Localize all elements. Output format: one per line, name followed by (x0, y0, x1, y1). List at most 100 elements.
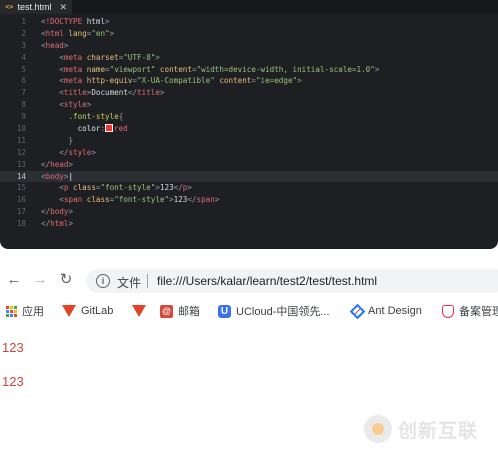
code-line[interactable]: 11 } (0, 135, 498, 147)
code-line[interactable]: 6 <meta http-equiv="X-UA-Compatible" con… (0, 75, 498, 87)
code-token: .font-style (68, 112, 119, 122)
code-line[interactable]: 12 </style> (0, 147, 498, 159)
bookmark-mail[interactable]: @ 邮箱 (160, 303, 200, 319)
back-arrow-icon[interactable]: ← (6, 272, 22, 288)
code-token: } (68, 135, 74, 145)
code-line[interactable]: 9 .font-style{ (0, 111, 498, 123)
code-token: </ (41, 159, 51, 169)
code-text: <meta name="viewport" content="width=dev… (41, 64, 379, 76)
apps-grid-icon (6, 305, 17, 317)
code-token: "X-UA-Compatible" (137, 76, 215, 86)
bookmark-label: UCloud-中国领先... (236, 306, 330, 318)
tab-test-html[interactable]: <> test.html ✕ (0, 0, 72, 14)
code-line[interactable]: 4 <meta charset="UTF-8"> (0, 52, 498, 64)
url-text[interactable]: file:///Users/kalar/learn/test2/test/tes… (157, 274, 377, 288)
bookmark-label: 应用 (22, 306, 44, 318)
code-token: > (68, 159, 74, 169)
code-token: !DOCTYPE (45, 17, 83, 26)
code-token: color (77, 124, 101, 134)
code-text: <style> (41, 99, 91, 111)
code-text: <html lang="en"> (41, 28, 114, 40)
code-token: 123 (173, 195, 188, 205)
line-number: 9 (21, 112, 26, 122)
code-token: lang (68, 28, 87, 38)
code-token: </ (173, 183, 183, 193)
code-token: > (109, 28, 115, 38)
color-swatch-icon (105, 124, 114, 133)
code-token: "ie=edge" (255, 76, 298, 86)
code-line[interactable]: 7 <title>Document</title> (0, 87, 498, 99)
code-token: </ (127, 88, 138, 98)
code-line[interactable]: 14 <body>| (0, 170, 498, 183)
code-token: > (374, 64, 380, 74)
bookmark-ucloud[interactable]: U UCloud-中国领先... (218, 303, 330, 319)
code-line[interactable]: 1 <!DOCTYPE html> (0, 16, 498, 28)
watermark-text: 创新互联 (398, 419, 479, 442)
code-token: "font-style" (114, 195, 170, 205)
code-line[interactable]: 10 color: red (0, 123, 498, 135)
code-line[interactable]: 3 <head> (0, 40, 498, 52)
code-token: content (159, 64, 192, 74)
code-text: <meta http-equiv="X-UA-Compatible" conte… (41, 75, 301, 87)
code-token: html (50, 219, 69, 229)
code-line[interactable]: 17 </body> (0, 206, 498, 218)
code-token: title (63, 88, 87, 98)
bookmark-label: GitLab (81, 305, 114, 317)
code-token: > (63, 40, 69, 50)
code-token: body (45, 171, 64, 181)
code-editor: <> test.html ✕ 1 <!DOCTYPE html> 2 <html la… (0, 0, 498, 249)
bookmark-gitlab[interactable]: GitLab (62, 303, 113, 319)
reload-icon[interactable]: ↻ (58, 272, 74, 288)
bookmark-label: Ant Design (368, 305, 422, 317)
code-token: http-equiv (86, 76, 133, 86)
code-text: <title>Document</title> (41, 87, 164, 99)
code-token: body (50, 207, 69, 217)
bookmark-beian[interactable]: 备案管理 (442, 303, 498, 319)
code-token: span (196, 195, 215, 205)
code-line[interactable]: 5 <meta name="viewport" content="width=d… (0, 64, 498, 76)
code-token: 123 (159, 183, 174, 193)
mail-icon: @ (160, 304, 173, 318)
browser-window: ← → ↻ i 文件 file:///Users/kalar/learn/tes… (0, 262, 498, 459)
code-line[interactable]: 13 </head> (0, 159, 498, 171)
code-token: class (86, 195, 110, 205)
paragraph-output: 123 (2, 340, 24, 355)
bookmark-gitlab-2[interactable] (132, 303, 146, 319)
code-token: "font-style" (100, 183, 156, 193)
code-line[interactable]: 15 <p class="font-style">123</p> (0, 182, 498, 194)
bookmark-apps[interactable]: 应用 (6, 303, 44, 319)
code-line[interactable]: 8 <style> (0, 99, 498, 111)
code-token: "en" (91, 28, 110, 38)
code-token: > (159, 88, 165, 98)
line-number: 4 (21, 52, 26, 62)
code-text: .font-style{ (41, 111, 123, 123)
code-token: red (114, 124, 128, 134)
bookmark-label: 邮箱 (178, 306, 200, 318)
close-icon[interactable]: ✕ (59, 2, 67, 13)
code-line[interactable]: 18 </html> (0, 218, 498, 230)
forward-arrow-icon[interactable]: → (32, 272, 48, 288)
bookmark-ant-design[interactable]: Ant Design (349, 303, 422, 319)
info-icon[interactable]: i (96, 274, 110, 288)
line-number: 17 (16, 207, 26, 217)
code-line[interactable]: 2 <html lang="en"> (0, 28, 498, 40)
code-token: name (86, 64, 106, 74)
code-token: style (68, 147, 92, 157)
line-number: 16 (16, 195, 26, 205)
line-number: 14 (16, 171, 26, 181)
gitlab-icon (62, 305, 76, 317)
code-area[interactable]: 1 <!DOCTYPE html> 2 <html lang="en"> 3 <head>… (0, 16, 498, 230)
code-line[interactable]: 16 <span class="font-style">123</span> (0, 194, 498, 206)
code-token: head (45, 40, 64, 50)
address-bar[interactable]: i 文件 file:///Users/kalar/learn/test2/tes… (86, 269, 498, 293)
scheme-label: 文件 (117, 276, 142, 290)
code-token: charset (86, 52, 119, 62)
span-output: 123 (2, 374, 24, 389)
